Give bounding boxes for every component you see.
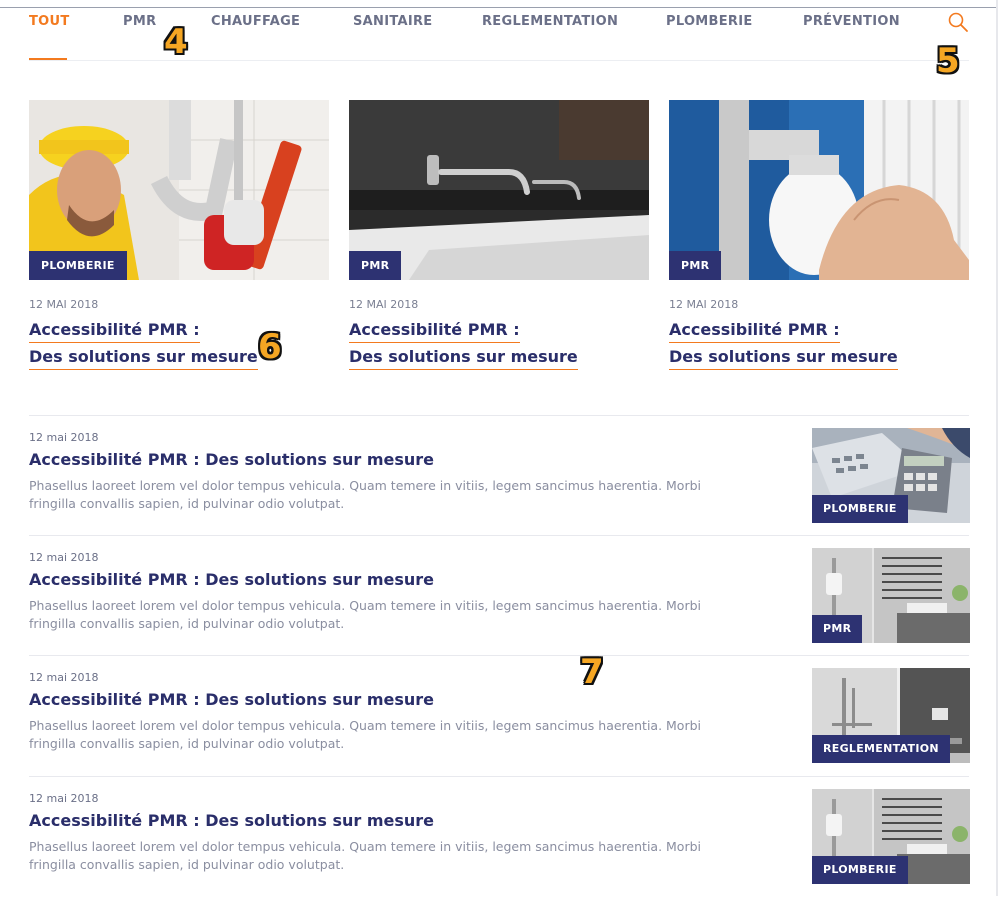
category-badge[interactable]: PLOMBERIE <box>812 495 908 523</box>
list-item[interactable]: 12 mai 2018 Accessibilité PMR : Des solu… <box>29 655 970 776</box>
list-item[interactable]: 12 mai 2018 Accessibilité PMR : Des solu… <box>29 535 970 656</box>
card-date: 12 MAI 2018 <box>349 298 419 311</box>
category-nav: TOUT PMR CHAUFFAGE SANITAIRE REGLEMENTAT… <box>0 0 998 62</box>
annotation-marker-4: 4 <box>164 22 188 62</box>
card-title-line-2[interactable]: Des solutions sur mesure <box>349 347 578 370</box>
list-item-excerpt: Phasellus laoreet lorem vel dolor tempus… <box>29 598 701 631</box>
category-badge[interactable]: PMR <box>669 251 722 280</box>
list-item-excerpt: Phasellus laoreet lorem vel dolor tempus… <box>29 478 701 511</box>
faucet-image[interactable]: PMR <box>349 100 649 280</box>
nav-item-reglementation[interactable]: REGLEMENTATION <box>482 14 618 34</box>
accessible-shower-thumbnail[interactable]: REGLEMENTATION <box>812 668 970 763</box>
bathroom-thumbnail[interactable]: PLOMBERIE <box>812 789 970 884</box>
card-date: 12 MAI 2018 <box>669 298 739 311</box>
card-title-line-1[interactable]: Accessibilité PMR : <box>669 320 840 343</box>
search-icon[interactable] <box>947 11 969 33</box>
list-item-date: 12 mai 2018 <box>29 551 99 564</box>
card-title-line-2[interactable]: Des solutions sur mesure <box>669 347 898 370</box>
list-item-title[interactable]: Accessibilité PMR : Des solutions sur me… <box>29 811 434 830</box>
nav-item-plomberie[interactable]: PLOMBERIE <box>666 14 753 34</box>
card-title-line-1[interactable]: Accessibilité PMR : <box>29 320 200 343</box>
category-badge[interactable]: PMR <box>349 251 402 280</box>
bathroom-thumbnail[interactable]: PMR <box>812 548 970 643</box>
list-item-title[interactable]: Accessibilité PMR : Des solutions sur me… <box>29 570 434 589</box>
category-badge[interactable]: REGLEMENTATION <box>812 735 950 763</box>
nav-item-sanitaire[interactable]: SANITAIRE <box>353 14 433 34</box>
list-item-date: 12 mai 2018 <box>29 792 99 805</box>
list-item-excerpt: Phasellus laoreet lorem vel dolor tempus… <box>29 839 701 872</box>
list-item[interactable]: 12 mai 2018 Accessibilité PMR : Des solu… <box>29 776 970 897</box>
list-item-date: 12 mai 2018 <box>29 431 99 444</box>
list-item-title[interactable]: Accessibilité PMR : Des solutions sur me… <box>29 450 434 469</box>
calculator-thumbnail[interactable]: PLOMBERIE <box>812 428 970 523</box>
nav-item-prevention[interactable]: PRÉVENTION <box>803 14 900 34</box>
list-item-title[interactable]: Accessibilité PMR : Des solutions sur me… <box>29 690 434 709</box>
card-title[interactable]: Accessibilité PMR : Des solutions sur me… <box>669 320 969 374</box>
card-title[interactable]: Accessibilité PMR : Des solutions sur me… <box>29 320 329 374</box>
nav-item-chauffage[interactable]: CHAUFFAGE <box>211 14 300 34</box>
plumber-image[interactable]: PLOMBERIE <box>29 100 329 280</box>
card-date: 12 MAI 2018 <box>29 298 99 311</box>
list-item-excerpt: Phasellus laoreet lorem vel dolor tempus… <box>29 718 701 751</box>
radiator-image[interactable]: PMR <box>669 100 969 280</box>
annotation-marker-5: 5 <box>936 41 960 81</box>
category-badge[interactable]: PLOMBERIE <box>29 251 127 280</box>
category-badge[interactable]: PLOMBERIE <box>812 856 908 884</box>
list-item[interactable]: 12 mai 2018 Accessibilité PMR : Des solu… <box>29 415 970 536</box>
nav-item-tout[interactable]: TOUT <box>29 14 70 34</box>
nav-item-pmr[interactable]: PMR <box>123 14 156 34</box>
card-title-line-1[interactable]: Accessibilité PMR : <box>349 320 520 343</box>
category-badge[interactable]: PMR <box>812 615 863 643</box>
list-item-date: 12 mai 2018 <box>29 671 99 684</box>
card-title-line-2[interactable]: Des solutions sur mesure <box>29 347 258 370</box>
card-title[interactable]: Accessibilité PMR : Des solutions sur me… <box>349 320 649 374</box>
